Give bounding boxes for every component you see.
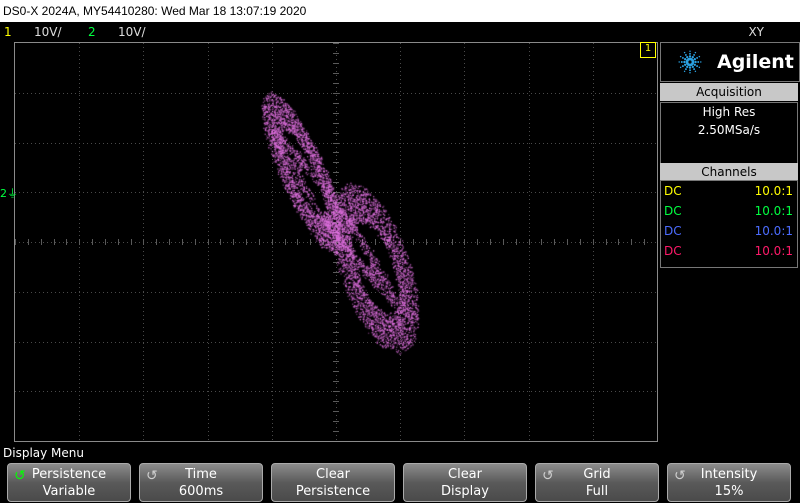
softkey-value: 600ms <box>178 484 224 499</box>
xy-mode-label: XY <box>748 25 764 39</box>
softkey-value: Display <box>441 484 489 499</box>
waveform-display[interactable] <box>14 42 658 442</box>
knob-icon: ↺ <box>14 468 26 484</box>
channels-list: DC 10.0:1 DC 10.0:1 DC 10.0:1 DC 10.0:1 <box>660 180 798 268</box>
channel-probe: 10.0:1 <box>754 184 793 198</box>
channel-coupling: DC <box>664 204 682 218</box>
softkey-label: Time <box>185 467 217 482</box>
persistence-softkey[interactable]: ↺ Persistence Variable <box>7 463 131 502</box>
softkey-value: Variable <box>42 484 96 499</box>
channel-row[interactable]: DC 10.0:1 <box>661 241 797 261</box>
clear-display-softkey[interactable]: Clear Display <box>403 463 527 502</box>
acquisition-mode: High Res <box>702 105 756 119</box>
ch2-ground-marker[interactable]: 2⏚ <box>0 185 18 201</box>
knob-icon: ↺ <box>674 468 686 484</box>
channel-row[interactable]: DC 10.0:1 <box>661 201 797 221</box>
instrument-title-bar: DS0-X 2024A, MY54410280: Wed Mar 18 13:0… <box>0 0 800 22</box>
softkey-label: Clear <box>316 467 350 482</box>
channel-probe: 10.0:1 <box>754 204 793 218</box>
right-info-panel: Agilent Acquisition High Res 2.50MSa/s C… <box>660 42 800 442</box>
channel-row[interactable]: DC 10.0:1 <box>661 221 797 241</box>
ground-icon: ⏚ <box>7 187 18 200</box>
ch2-marker-label: 2 <box>0 187 7 200</box>
time-softkey[interactable]: ↺ Time 600ms <box>139 463 263 502</box>
softkey-value: Persistence <box>295 484 371 499</box>
ch2-scale[interactable]: 10V/ <box>118 22 146 42</box>
intensity-softkey[interactable]: ↺ Intensity 15% <box>667 463 791 502</box>
brand-box: Agilent <box>660 42 800 82</box>
acquisition-header[interactable]: Acquisition <box>660 83 798 101</box>
channel-coupling: DC <box>664 184 682 198</box>
channel-coupling: DC <box>664 224 682 238</box>
softkey-label: Persistence <box>31 467 107 482</box>
brand-name: Agilent <box>717 51 794 73</box>
agilent-spark-icon <box>678 50 702 74</box>
softkey-value: 15% <box>714 484 744 499</box>
sample-rate: 2.50MSa/s <box>697 123 761 137</box>
channel-scale-bar: 1 10V/ 2 10V/ XY <box>0 22 800 42</box>
softkey-value: Full <box>585 484 609 499</box>
channels-header[interactable]: Channels <box>660 163 798 181</box>
ch2-number[interactable]: 2 <box>88 22 96 42</box>
softkey-bar: ↺ Persistence Variable ↺ Time 600ms Clea… <box>0 462 800 503</box>
softkey-label: Intensity <box>700 467 758 482</box>
clear-persistence-softkey[interactable]: Clear Persistence <box>271 463 395 502</box>
grid-softkey[interactable]: ↺ Grid Full <box>535 463 659 502</box>
channel-probe: 10.0:1 <box>754 224 793 238</box>
ch1-scale[interactable]: 10V/ <box>34 22 62 42</box>
softkey-label: Grid <box>583 467 611 482</box>
knob-icon: ↺ <box>542 468 554 484</box>
ch1-number[interactable]: 1 <box>4 22 12 42</box>
menu-title: Display Menu <box>3 446 84 460</box>
xy-trace <box>15 43 657 441</box>
ch1-marker[interactable]: 1 <box>640 42 656 58</box>
channel-coupling: DC <box>664 244 682 258</box>
channel-row[interactable]: DC 10.0:1 <box>661 181 797 201</box>
softkey-label: Clear <box>448 467 482 482</box>
acquisition-info: High Res 2.50MSa/s <box>660 102 798 164</box>
channel-probe: 10.0:1 <box>754 244 793 258</box>
knob-icon: ↺ <box>146 468 158 484</box>
